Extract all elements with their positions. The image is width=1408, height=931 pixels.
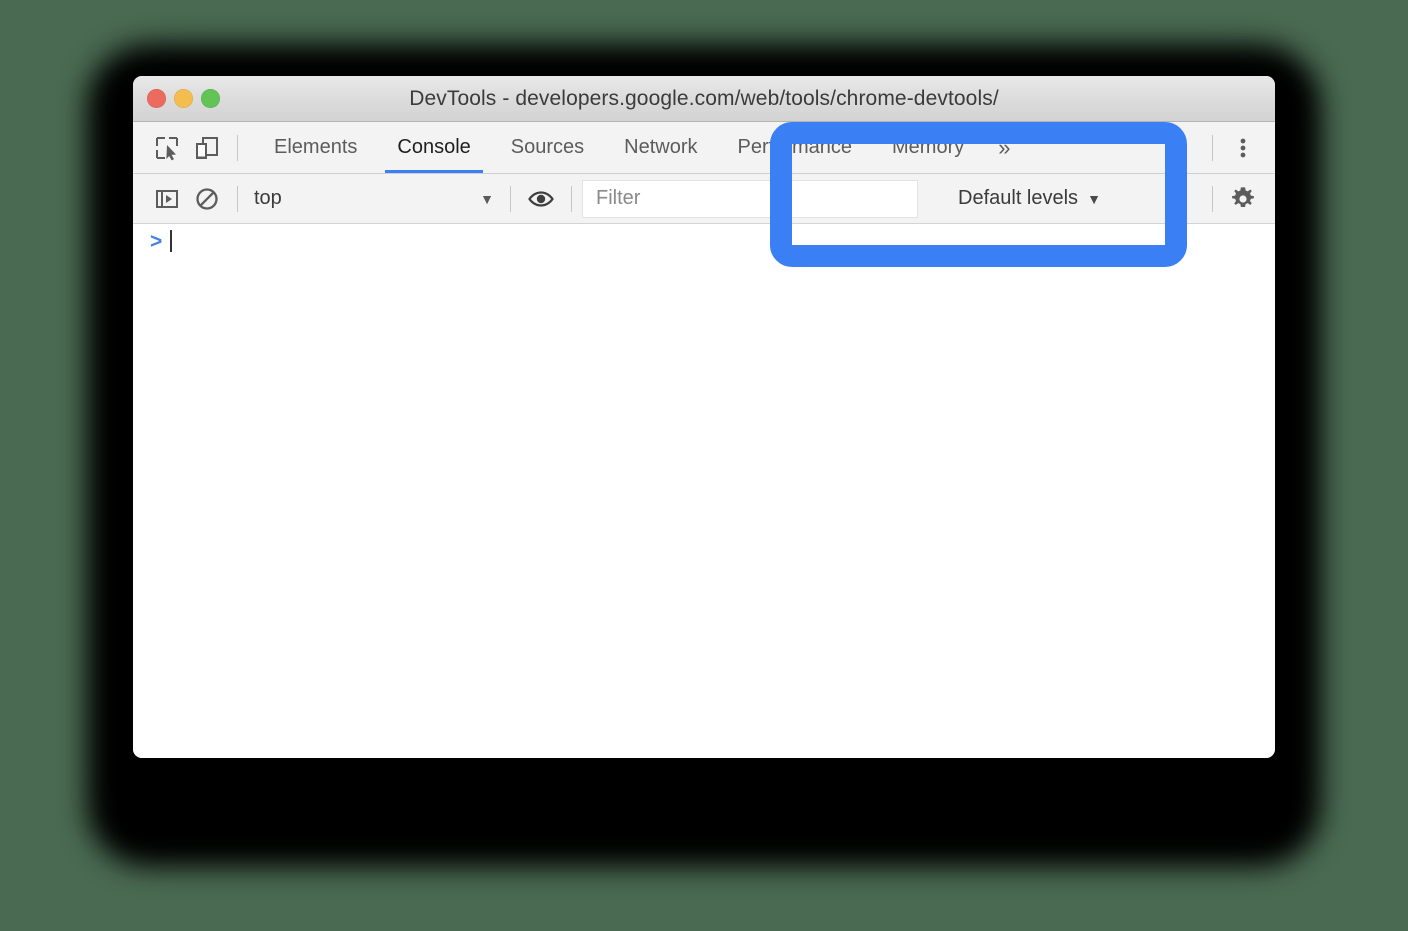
- tabbar-right-divider: [1212, 134, 1213, 161]
- close-window-button[interactable]: [147, 89, 166, 108]
- inspect-element-icon: [156, 136, 178, 160]
- execution-context-value: top: [254, 187, 282, 209]
- filterbar-right-group: [1202, 179, 1275, 219]
- filterbar-divider-1: [237, 185, 238, 212]
- window-titlebar: DevTools - developers.google.com/web/too…: [133, 76, 1275, 122]
- console-prompt-chevron-icon: >: [150, 229, 163, 253]
- window-title: DevTools - developers.google.com/web/too…: [409, 86, 999, 110]
- console-filter-toolbar: top ▼ Default levels ▼: [133, 174, 1275, 224]
- tab-network-label: Network: [624, 136, 698, 158]
- clear-console-icon: [196, 187, 218, 210]
- device-toolbar-button[interactable]: [187, 128, 227, 168]
- traffic-light-group: [147, 76, 220, 121]
- console-sidebar-icon: [156, 189, 178, 208]
- filterbar-divider-3: [571, 185, 572, 212]
- more-vertical-icon: [1240, 138, 1246, 157]
- tab-console[interactable]: Console: [377, 122, 490, 173]
- devtools-tabbar: Elements Console Sources Network Perform…: [133, 122, 1275, 174]
- minimize-window-button[interactable]: [174, 89, 193, 108]
- execution-context-select[interactable]: top ▼: [248, 182, 500, 216]
- maximize-window-button[interactable]: [201, 89, 220, 108]
- tab-network[interactable]: Network: [604, 122, 717, 173]
- device-toolbar-icon: [196, 136, 218, 159]
- console-sidebar-toggle-button[interactable]: [147, 179, 187, 219]
- tab-sources-label: Sources: [510, 136, 585, 158]
- console-text-caret: [170, 230, 173, 252]
- tabbar-divider: [237, 134, 238, 161]
- filterbar-divider-2: [510, 185, 511, 212]
- console-output-area[interactable]: >: [133, 224, 1275, 758]
- tab-list: Elements Console Sources Network Perform…: [254, 122, 1024, 173]
- devtools-window: DevTools - developers.google.com/web/too…: [133, 76, 1275, 758]
- tab-elements-label: Elements: [274, 136, 358, 158]
- inspect-element-button[interactable]: [147, 128, 187, 168]
- tab-elements[interactable]: Elements: [254, 122, 377, 173]
- tab-performance-label: Performance: [737, 136, 853, 158]
- tab-overflow-label: »: [998, 134, 1011, 160]
- console-prompt-row[interactable]: >: [133, 224, 1275, 258]
- clear-console-button[interactable]: [187, 179, 227, 219]
- tabbar-right-group: [1202, 128, 1275, 168]
- more-options-button[interactable]: [1223, 128, 1263, 168]
- tab-overflow-button[interactable]: »: [984, 122, 1024, 173]
- live-expression-eye-icon: [528, 190, 554, 207]
- tab-sources[interactable]: Sources: [491, 122, 604, 173]
- chevron-down-icon: ▼: [1087, 190, 1101, 207]
- settings-gear-icon: [1232, 186, 1254, 207]
- log-levels-value: Default levels: [958, 187, 1079, 209]
- chevron-down-icon: ▼: [480, 190, 494, 207]
- log-levels-select[interactable]: Default levels ▼: [958, 187, 1101, 210]
- settings-button[interactable]: [1223, 179, 1263, 219]
- filterbar-right-divider: [1212, 185, 1213, 212]
- live-expression-button[interactable]: [521, 179, 561, 219]
- tab-memory-label: Memory: [892, 136, 965, 158]
- tab-memory[interactable]: Memory: [872, 122, 984, 173]
- console-filter-input[interactable]: [582, 179, 918, 218]
- tab-console-label: Console: [397, 136, 471, 158]
- tab-performance[interactable]: Performance: [718, 122, 873, 173]
